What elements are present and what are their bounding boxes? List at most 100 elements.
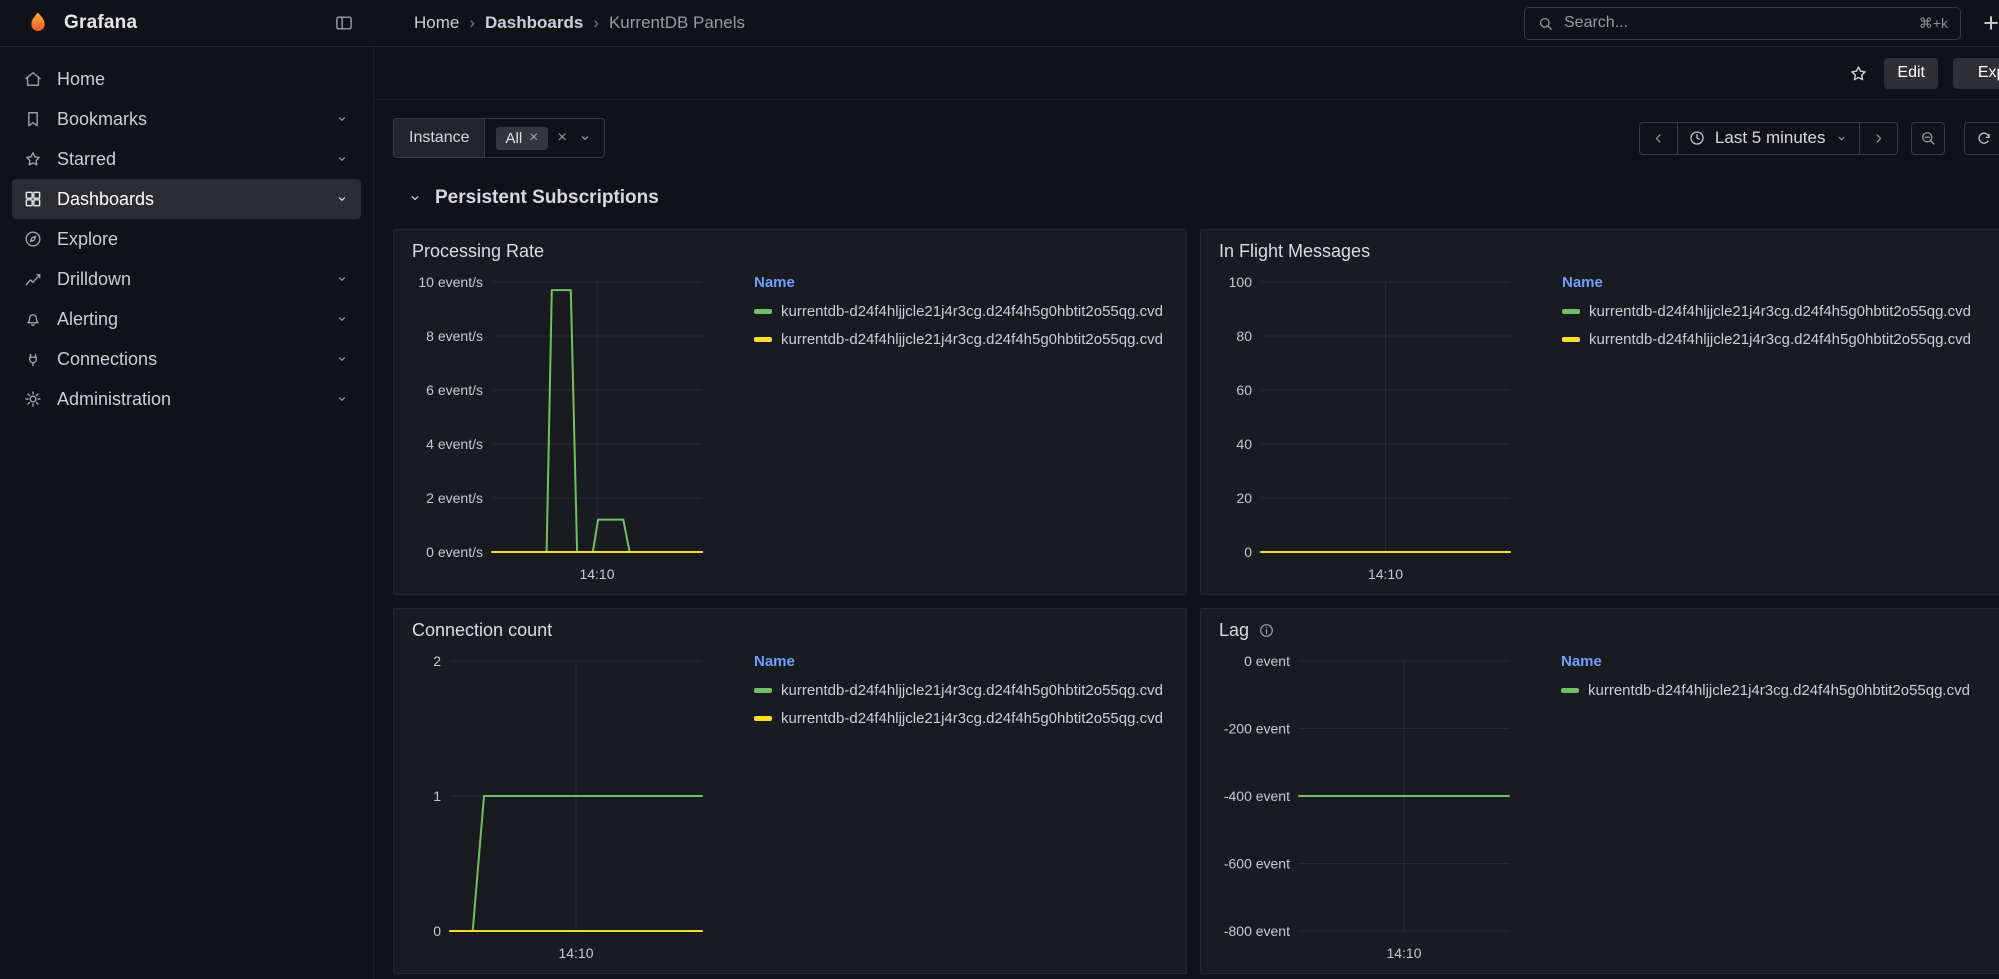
instance-variable-picker[interactable]: Instance All × × — [393, 118, 605, 158]
sidebar-item-home[interactable]: Home — [12, 59, 361, 99]
chevron-right-icon — [1870, 130, 1887, 147]
legend-item[interactable]: kurrentdb-d24f4hljjcle21j4r3cg.d24f4h5g0… — [754, 297, 1168, 325]
home-icon — [23, 69, 43, 89]
filter-row: Instance All × × — [393, 118, 1999, 158]
legend-name-header[interactable]: Name — [1562, 274, 1987, 291]
sidebar-item-label: Home — [57, 69, 105, 90]
sidebar-item-dashboards[interactable]: Dashboards — [12, 179, 361, 219]
svg-text:-800 event: -800 event — [1224, 923, 1290, 939]
remove-chip-icon[interactable]: × — [529, 130, 538, 146]
legend-item[interactable]: kurrentdb-d24f4hljjcle21j4r3cg.d24f4h5g0… — [1561, 676, 1987, 704]
legend-item[interactable]: kurrentdb-d24f4hljjcle21j4r3cg.d24f4h5g0… — [754, 704, 1168, 732]
brand-title: Grafana — [64, 12, 137, 34]
time-shift-forward-button[interactable] — [1859, 122, 1898, 155]
section-collapse-icon — [406, 189, 424, 207]
svg-text:4 event/s: 4 event/s — [426, 436, 483, 452]
svg-text:-200 event: -200 event — [1224, 721, 1290, 737]
clock-icon — [1688, 129, 1706, 147]
series-color-icon — [754, 337, 772, 342]
svg-text:14:10: 14:10 — [579, 566, 614, 582]
svg-text:14:10: 14:10 — [558, 945, 593, 961]
time-range-picker-button[interactable]: Last 5 minutes — [1677, 122, 1861, 155]
drilldown-icon — [23, 269, 43, 289]
add-button[interactable]: + — [1975, 10, 1999, 37]
chevron-down-icon — [334, 311, 350, 327]
chevron-down-icon — [334, 151, 350, 167]
filter-chip-all[interactable]: All × — [496, 127, 547, 150]
legend-item[interactable]: kurrentdb-d24f4hljjcle21j4r3cg.d24f4h5g0… — [1562, 297, 1987, 325]
sidebar-item-label: Dashboards — [57, 189, 154, 210]
timeseries-chart[interactable]: 01214:10 — [412, 645, 712, 971]
chevron-down-icon — [334, 271, 350, 287]
breadcrumb-dashboards[interactable]: Dashboards — [485, 13, 583, 33]
clear-filter-icon[interactable]: × — [558, 130, 567, 146]
edit-button[interactable]: Edit — [1884, 58, 1938, 89]
chevron-down-icon — [334, 111, 350, 127]
sidebar-item-starred[interactable]: Starred — [12, 139, 361, 179]
legend-name-header[interactable]: Name — [754, 653, 1168, 670]
svg-text:100: 100 — [1229, 274, 1253, 290]
export-button[interactable]: Export — [1953, 58, 1999, 89]
panel-title[interactable]: In Flight Messages — [1219, 241, 1370, 262]
series-color-icon — [1561, 688, 1579, 693]
chevron-left-icon — [1650, 130, 1667, 147]
bookmark-icon — [23, 109, 43, 129]
breadcrumb: Home › Dashboards › KurrentDB Panels — [414, 13, 745, 33]
chevron-down-icon — [1834, 131, 1849, 146]
dashboard-toolbar: Edit Export — [374, 47, 1999, 100]
chevron-down-icon — [577, 130, 593, 146]
svg-text:-400 event: -400 event — [1224, 788, 1290, 804]
panel-title[interactable]: Lag — [1219, 620, 1249, 641]
series-color-icon — [1562, 337, 1580, 342]
legend-name-header[interactable]: Name — [1561, 653, 1987, 670]
legend-item[interactable]: kurrentdb-d24f4hljjcle21j4r3cg.d24f4h5g0… — [754, 676, 1168, 704]
sidebar-item-bookmarks[interactable]: Bookmarks — [12, 99, 361, 139]
sidebar-item-alerting[interactable]: Alerting — [12, 299, 361, 339]
svg-text:10 event/s: 10 event/s — [418, 274, 483, 290]
time-shift-back-button[interactable] — [1639, 122, 1678, 155]
svg-text:0 event: 0 event — [1244, 653, 1290, 669]
dashboards-grid-icon — [23, 189, 43, 209]
main-area: Edit Export Instance All × × — [374, 47, 1999, 979]
panel-connection-count: Connection count 01214:10 Name kurrentdb… — [393, 608, 1187, 974]
search-input[interactable]: Search... ⌘+k — [1524, 7, 1961, 40]
sidebar-item-drilldown[interactable]: Drilldown — [12, 259, 361, 299]
sidebar-item-administration[interactable]: Administration — [12, 379, 361, 419]
legend-item[interactable]: kurrentdb-d24f4hljjcle21j4r3cg.d24f4h5g0… — [1562, 325, 1987, 353]
row-persistent-subscriptions[interactable]: Persistent Subscriptions — [406, 187, 1999, 209]
favorite-button[interactable] — [1848, 63, 1869, 84]
legend-item[interactable]: kurrentdb-d24f4hljjcle21j4r3cg.d24f4h5g0… — [754, 325, 1168, 353]
search-icon — [1537, 15, 1554, 32]
timeseries-chart[interactable]: 02040608010014:10 — [1219, 266, 1520, 592]
dock-sidebar-button[interactable] — [334, 13, 354, 33]
timeseries-chart[interactable]: 0 event/s2 event/s4 event/s6 event/s8 ev… — [412, 266, 712, 592]
info-icon[interactable] — [1258, 622, 1275, 639]
panel-title[interactable]: Processing Rate — [412, 241, 544, 262]
svg-text:2 event/s: 2 event/s — [426, 490, 483, 506]
sidebar: Home Bookmarks Starred Dashboards Explor… — [0, 47, 374, 979]
refresh-button[interactable]: Refresh — [1964, 122, 1999, 155]
breadcrumb-separator: › — [469, 13, 475, 33]
sidebar-item-explore[interactable]: Explore — [12, 219, 361, 259]
grafana-logo-icon[interactable] — [25, 10, 51, 36]
variable-label: Instance — [393, 118, 485, 158]
variable-value[interactable]: All × × — [485, 118, 604, 158]
legend-name-header[interactable]: Name — [754, 274, 1168, 291]
timeseries-chart[interactable]: 0 event -200 event -400 event -600 event -80… — [1219, 645, 1519, 971]
sidebar-item-label: Starred — [57, 149, 116, 170]
sidebar-item-connections[interactable]: Connections — [12, 339, 361, 379]
panel-title[interactable]: Connection count — [412, 620, 552, 641]
series-color-icon — [754, 309, 772, 314]
sidebar-item-label: Explore — [57, 229, 118, 250]
svg-text:20: 20 — [1236, 490, 1252, 506]
panel-lag: Lag 0 event -200 event -400 event -600 even… — [1200, 608, 1999, 974]
svg-text:-600 event: -600 event — [1224, 856, 1290, 872]
chevron-down-icon — [334, 191, 350, 207]
chevron-down-icon — [334, 391, 350, 407]
svg-text:14:10: 14:10 — [1368, 566, 1403, 582]
sidebar-item-label: Drilldown — [57, 269, 131, 290]
star-icon — [23, 149, 43, 169]
zoom-out-button[interactable] — [1911, 122, 1945, 155]
breadcrumb-home[interactable]: Home — [414, 13, 459, 33]
search-shortcut: ⌘+k — [1919, 15, 1948, 32]
